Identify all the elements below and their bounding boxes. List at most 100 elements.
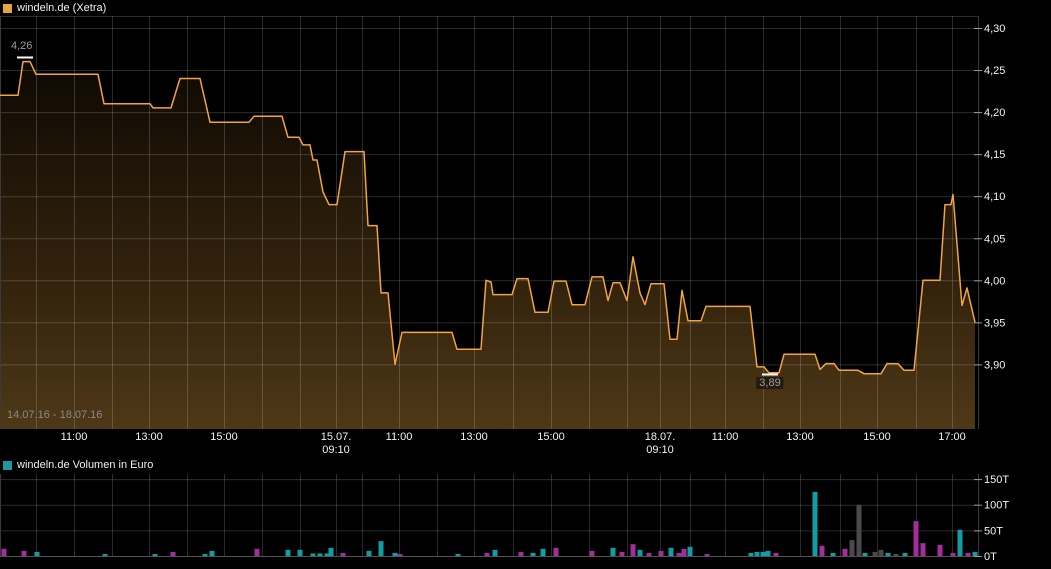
time-axis-label: 15:00 xyxy=(537,431,565,443)
volume-bar xyxy=(554,548,559,556)
price-area-fill xyxy=(0,62,975,429)
volume-bar xyxy=(638,550,643,556)
volume-bar xyxy=(951,553,956,556)
volume-bar xyxy=(761,552,766,556)
price-axis-label: 3,90 xyxy=(984,359,1005,371)
price-legend: windeln.de (Xetra) xyxy=(3,2,106,15)
volume-bar xyxy=(286,550,291,556)
volume-bar xyxy=(367,551,372,556)
volume-bar xyxy=(22,551,27,556)
volume-bar xyxy=(766,551,771,556)
volume-bar xyxy=(886,553,891,556)
stock-chart-window: 4,30 4,25 4,20 4,15 4,10 4,05 4,00 3,95 3,90 150T… xyxy=(0,0,1051,569)
time-axis-label: 15:00 xyxy=(863,431,891,443)
volume-bar xyxy=(255,549,260,556)
volume-bar xyxy=(153,554,158,556)
volume-bar xyxy=(914,521,919,556)
price-axis-label: 4,15 xyxy=(984,149,1005,161)
volume-bar xyxy=(171,552,176,556)
volume-bar xyxy=(531,553,536,556)
volume-bar xyxy=(973,552,978,556)
volume-legend-label: windeln.de Volumen in Euro xyxy=(17,459,153,472)
price-axis-label: 4,00 xyxy=(984,275,1005,287)
volume-bar xyxy=(311,553,316,556)
volume-bar xyxy=(341,553,346,556)
volume-bar xyxy=(393,553,398,556)
volume-bar xyxy=(493,550,498,556)
volume-bar xyxy=(682,549,687,556)
volume-bar xyxy=(659,551,664,556)
volume-bar xyxy=(298,550,303,556)
price-axis-label: 4,25 xyxy=(984,65,1005,77)
volume-bar xyxy=(647,553,652,556)
volume-bar xyxy=(921,543,926,556)
price-axis-label: 4,20 xyxy=(984,107,1005,119)
volume-bar xyxy=(966,553,971,556)
volume-bar xyxy=(850,540,855,556)
volume-bar xyxy=(318,553,323,556)
high-price-marker-label: 4,26 xyxy=(11,40,32,52)
volume-bar xyxy=(485,553,490,556)
volume-bar xyxy=(519,552,524,556)
price-legend-label: windeln.de (Xetra) xyxy=(17,2,106,15)
price-axis-label: 4,10 xyxy=(984,191,1005,203)
volume-bar xyxy=(329,548,334,556)
volume-bar xyxy=(879,550,884,556)
volume-bar xyxy=(958,530,963,556)
volume-bar xyxy=(677,553,682,556)
volume-bar xyxy=(210,551,215,556)
volume-bar xyxy=(749,553,754,556)
price-series-swatch xyxy=(3,4,12,13)
volume-bar xyxy=(398,554,403,556)
price-axis-label: 4,05 xyxy=(984,233,1005,245)
time-axis-label: 13:00 xyxy=(460,431,488,443)
volume-bar xyxy=(688,547,693,556)
volume-axis-label: 150T xyxy=(984,474,1009,486)
time-axis-label: 17:00 xyxy=(938,431,966,443)
volume-bar xyxy=(611,548,616,556)
time-axis-label: 11:00 xyxy=(61,431,88,443)
time-axis-label: 13:00 xyxy=(135,431,163,443)
volume-bar xyxy=(903,553,908,556)
volume-bar xyxy=(873,552,878,556)
time-axis-label: 09:10 xyxy=(646,444,674,456)
volume-bar xyxy=(820,546,825,556)
chart-canvas: 4,30 4,25 4,20 4,15 4,10 4,05 4,00 3,95 3,90 150T… xyxy=(0,0,1051,569)
volume-bar xyxy=(774,553,779,556)
volume-bar xyxy=(669,548,674,556)
volume-bar xyxy=(620,552,625,556)
volume-bar xyxy=(813,492,818,556)
volume-bar xyxy=(203,554,208,556)
low-price-marker-label: 3,89 xyxy=(756,377,783,389)
volume-bar xyxy=(857,505,862,556)
volume-bar xyxy=(894,554,899,556)
time-axis-label: 11:00 xyxy=(386,431,413,443)
volume-axis-label: 0T xyxy=(984,551,997,563)
price-axis-label: 4,30 xyxy=(984,23,1005,35)
price-axis-label: 3,95 xyxy=(984,317,1005,329)
volume-bar xyxy=(35,552,40,556)
date-range-label: 14.07.16 - 18.07.16 xyxy=(7,409,102,421)
volume-bar xyxy=(843,549,848,556)
volume-bar xyxy=(938,545,943,556)
volume-bar xyxy=(541,549,546,556)
time-axis-label: 09:10 xyxy=(322,444,350,456)
volume-bar xyxy=(831,553,836,556)
volume-axis-label: 100T xyxy=(984,500,1009,512)
time-axis-label: 18.07. xyxy=(645,431,676,443)
time-axis-label: 15.07. xyxy=(321,431,352,443)
volume-bar xyxy=(456,554,461,556)
volume-bars xyxy=(2,492,978,556)
volume-bar xyxy=(103,554,108,556)
volume-legend: windeln.de Volumen in Euro xyxy=(3,459,153,472)
volume-bar xyxy=(863,553,868,556)
time-axis-label: 15:00 xyxy=(210,431,238,443)
volume-bar xyxy=(705,554,710,556)
volume-axis-label: 50T xyxy=(984,525,1003,537)
volume-bar xyxy=(755,552,760,556)
time-axis-label: 13:00 xyxy=(786,431,814,443)
volume-bar xyxy=(590,551,595,556)
volume-bar xyxy=(2,549,7,556)
volume-bar xyxy=(379,541,384,556)
time-axis-label: 11:00 xyxy=(712,431,739,443)
